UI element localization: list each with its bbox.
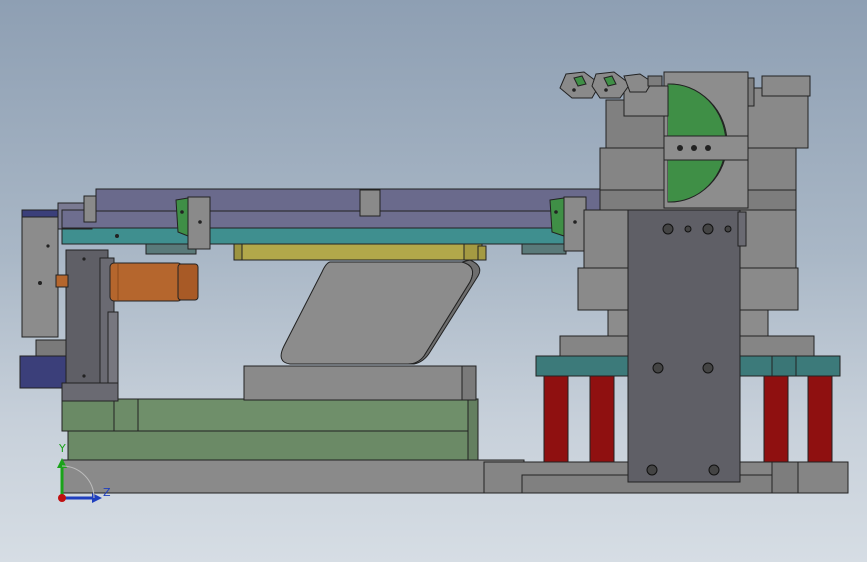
left-end-bracket <box>19 209 67 389</box>
z-axis-label: Z <box>103 486 111 499</box>
cam-slider-block <box>280 259 481 365</box>
vertical-mount-plate <box>627 209 747 483</box>
cad-model-viewport[interactable] <box>0 0 867 562</box>
top-beam <box>57 188 633 230</box>
green-plate-stack <box>61 398 479 461</box>
y-axis-label: Y <box>59 442 66 455</box>
slide-base-block <box>243 365 477 401</box>
